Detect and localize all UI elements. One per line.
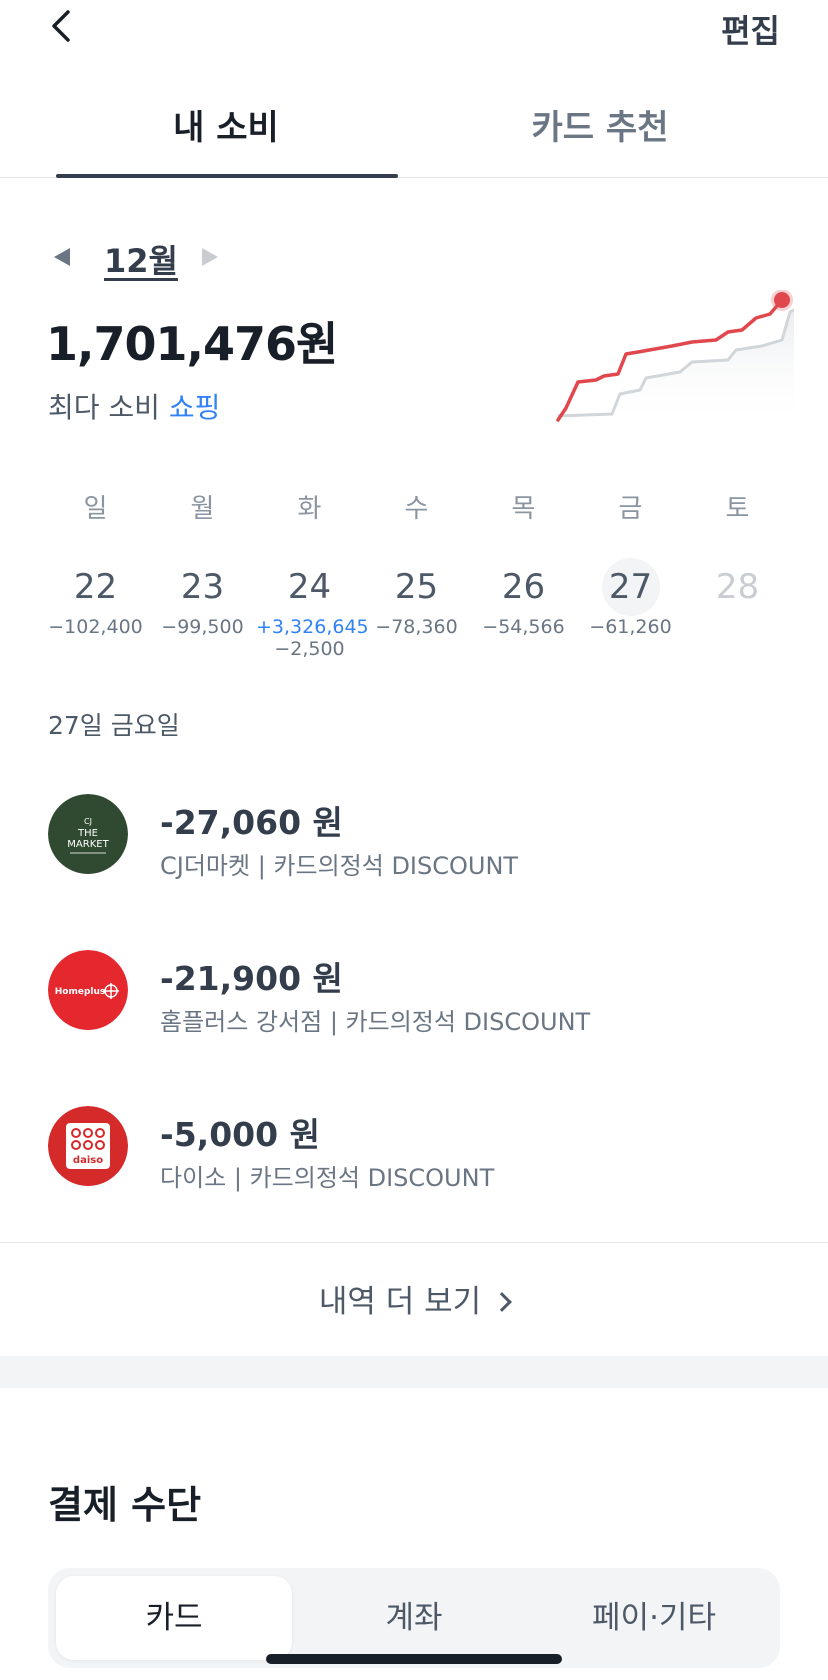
day-income: +3,326,645 <box>256 616 369 638</box>
svg-text:MARKET: MARKET <box>67 839 109 850</box>
top-category-name[interactable]: 쇼핑 <box>169 391 221 424</box>
weekday-label: 일 <box>83 494 108 524</box>
edit-button[interactable]: 편집 <box>721 6 780 52</box>
day-amount: −54,566 <box>482 616 565 638</box>
active-tab-indicator <box>56 174 398 178</box>
date-number: 24 <box>287 567 332 607</box>
consumption-screen: 편집 내 소비 카드 추천 12월 1,701,476원 최다 소비 쇼핑 일 … <box>0 0 828 1680</box>
cj-the-market-logo: CJ THE MARKET <box>48 794 128 874</box>
last-month-area <box>558 312 794 430</box>
segment-card[interactable]: 카드 <box>56 1576 292 1660</box>
weekday-label: 토 <box>725 494 750 524</box>
section-gap <box>0 1356 828 1388</box>
month-label[interactable]: 12월 <box>104 236 178 282</box>
payment-method-segmented-control: 카드 계좌 페이·기타 <box>48 1568 780 1668</box>
day-amount: −61,260 <box>589 616 672 638</box>
top-bar: 편집 <box>0 0 828 60</box>
day-22[interactable]: 일 22 −102,400 <box>42 488 149 638</box>
homeplus-logo: Homeplus <box>48 950 128 1030</box>
current-point <box>774 292 790 308</box>
segment-account[interactable]: 계좌 <box>296 1576 532 1660</box>
weekday-label: 월 <box>190 494 215 524</box>
view-more-history-button[interactable]: 내역 더 보기 <box>0 1276 828 1321</box>
transaction-amount: -21,900 원 <box>160 959 343 998</box>
date-number: 28 <box>715 567 760 607</box>
day-23[interactable]: 월 23 −99,500 <box>149 488 256 638</box>
daiso-logo: daiso <box>48 1106 128 1186</box>
top-category: 최다 소비 쇼핑 <box>48 386 220 426</box>
transaction-description: CJ더마켓 | 카드의정석 DISCOUNT <box>160 852 519 880</box>
day-27[interactable]: 금 27 −61,260 <box>577 488 684 638</box>
date-number: 22 <box>73 567 118 607</box>
transaction-description: 다이소 | 카드의정석 DISCOUNT <box>160 1164 495 1192</box>
svg-text:THE: THE <box>77 828 98 839</box>
payment-method-title: 결제 수단 <box>48 1483 202 1527</box>
section-divider <box>0 1242 828 1243</box>
prev-month-icon[interactable] <box>54 248 70 266</box>
tab-my-spending[interactable]: 내 소비 <box>56 100 396 149</box>
back-arrow-icon[interactable] <box>44 6 80 46</box>
day-amount: −2,500 <box>274 638 345 660</box>
transaction-item[interactable]: Homeplus -21,900 원 홈플러스 강서점 | 카드의정석 DISC… <box>48 950 788 1036</box>
date-number: 23 <box>180 567 225 607</box>
transaction-item[interactable]: daiso -5,000 원 다이소 | 카드의정석 DISCOUNT <box>48 1106 788 1192</box>
date-number: 26 <box>501 567 546 607</box>
selected-date-heading: 27일 금요일 <box>48 711 180 740</box>
chevron-down-icon[interactable] <box>302 330 326 346</box>
transaction-description: 홈플러스 강서점 | 카드의정석 DISCOUNT <box>160 1008 591 1036</box>
day-26[interactable]: 목 26 −54,566 <box>470 488 577 638</box>
month-selector: 12월 <box>48 236 248 280</box>
tab-bar: 내 소비 카드 추천 <box>0 92 828 178</box>
day-amount: −102,400 <box>48 616 143 638</box>
home-indicator[interactable] <box>266 1654 562 1664</box>
transaction-amount: -5,000 원 <box>160 1115 320 1154</box>
monthly-total[interactable]: 1,701,476원 <box>46 308 338 374</box>
svg-text:CJ: CJ <box>84 817 92 826</box>
top-category-prefix: 최다 소비 <box>48 391 160 424</box>
selected-date-number: 27 <box>601 558 660 616</box>
day-25[interactable]: 수 25 −78,360 <box>363 488 470 638</box>
spending-trend-chart <box>556 290 794 430</box>
day-24[interactable]: 화 24 +3,326,645 −2,500 <box>256 488 369 660</box>
segment-pay-etc[interactable]: 페이·기타 <box>536 1576 772 1660</box>
weekday-label: 목 <box>511 494 536 524</box>
weekday-label: 화 <box>297 494 322 524</box>
day-amount: −99,500 <box>161 616 244 638</box>
date-number: 25 <box>394 567 439 607</box>
transaction-item[interactable]: CJ THE MARKET -27,060 원 CJ더마켓 | 카드의정석 DI… <box>48 794 788 880</box>
next-month-icon[interactable] <box>202 248 218 266</box>
chevron-right-icon <box>492 1292 513 1312</box>
view-more-label: 내역 더 보기 <box>318 1284 482 1320</box>
day-amount: −78,360 <box>375 616 458 638</box>
weekday-label: 금 <box>618 494 643 524</box>
weekday-label: 수 <box>404 494 429 524</box>
tab-card-recommend[interactable]: 카드 추천 <box>430 100 770 149</box>
day-28: 토 28 <box>684 488 791 616</box>
svg-text:daiso: daiso <box>73 1155 103 1166</box>
svg-text:Homeplus: Homeplus <box>55 987 106 997</box>
transaction-amount: -27,060 원 <box>160 803 343 842</box>
